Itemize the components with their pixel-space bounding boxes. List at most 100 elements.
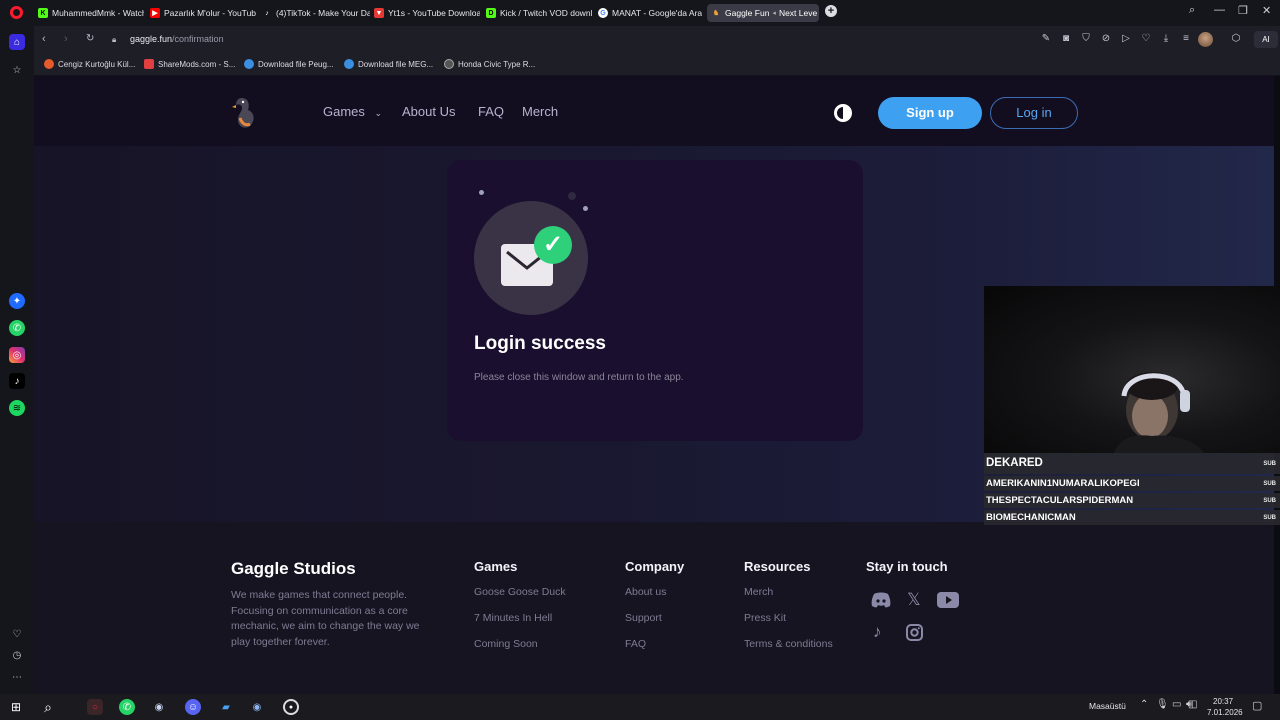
bookmark-3[interactable]: Download file MEG... xyxy=(344,59,433,69)
minimize-button[interactable]: — xyxy=(1214,4,1225,16)
play-icon[interactable]: ▷ xyxy=(1120,33,1132,45)
footer-link-merch[interactable]: Merch xyxy=(744,586,773,598)
search-tabs-icon[interactable]: ⌕ xyxy=(1189,4,1195,17)
obs-taskbar-icon[interactable]: ● xyxy=(283,699,299,715)
bookmark-0[interactable]: Cengiz Kurtoğlu Kül... xyxy=(44,59,135,69)
bookmark-label: Download file Peug... xyxy=(258,59,334,69)
avatar[interactable] xyxy=(1198,32,1213,47)
windows-start-icon[interactable]: ⊞ xyxy=(8,699,24,715)
spotify-icon[interactable]: ≋ xyxy=(9,400,25,416)
footer-link-support[interactable]: Support xyxy=(625,612,662,624)
nav-merch[interactable]: Merch xyxy=(522,104,558,119)
discord-icon[interactable] xyxy=(871,592,891,608)
nav-games[interactable]: Games ⌄ xyxy=(323,104,382,119)
more-icon[interactable]: ⋯ xyxy=(9,669,25,685)
camera-icon[interactable]: ◙ xyxy=(1060,33,1072,45)
files-taskbar-icon[interactable]: ▰ xyxy=(218,699,234,715)
new-tab-button[interactable]: + xyxy=(825,5,837,17)
discord-taskbar-icon[interactable]: ☺ xyxy=(185,699,201,715)
bookmark-2[interactable]: Download file Peug... xyxy=(244,59,334,69)
tab-title: Gaggle Fun xyxy=(725,8,770,18)
tab-0[interactable]: K MuhammedMmk - Watch xyxy=(38,4,144,22)
nav-about[interactable]: About Us xyxy=(402,104,455,119)
decorative-dot xyxy=(568,192,576,200)
tab-4[interactable]: D Kick / Twitch VOD downlo xyxy=(486,4,592,22)
aria-ai-button[interactable]: AI xyxy=(1254,31,1278,48)
nav-faq[interactable]: FAQ xyxy=(478,104,504,119)
extensions-icon[interactable]: ⬡ xyxy=(1230,33,1242,45)
keyboard-icon[interactable]: ▭ xyxy=(1172,699,1181,710)
vpn-icon[interactable]: ⊘ xyxy=(1100,33,1112,45)
address-bar: ‹ › ↻ 🔒︎ gaggle.fun/confirmation ✎ ◙ ⛉ ⊘… xyxy=(34,26,1280,54)
bookmark-1[interactable]: ShareMods.com - S... xyxy=(144,59,235,69)
notification-icon[interactable]: ▢ xyxy=(1252,699,1262,712)
x-twitter-icon[interactable]: 𝕏 xyxy=(907,590,921,610)
url-host: gaggle.fun xyxy=(130,34,173,44)
clock-time[interactable]: 20:37 xyxy=(1213,697,1233,706)
windows-taskbar: ⊞ ⌕ ○ ✆ ◉ ☺ ▰ ◉ ● Masaüstü ⌃ 🎙︎ ▭ ◫ 🔊︎ 2… xyxy=(0,694,1280,720)
instagram-icon[interactable]: ◎ xyxy=(9,347,25,363)
opera-taskbar-icon[interactable]: ○ xyxy=(87,699,103,715)
theme-toggle-icon[interactable] xyxy=(834,104,852,122)
bookmark-4[interactable]: Honda Civic Type R... xyxy=(444,59,535,69)
tab-title: MANAT - Google'da Ara xyxy=(612,8,702,18)
footer-link-about-us[interactable]: About us xyxy=(625,586,666,598)
tab-5[interactable]: G MANAT - Google'da Ara xyxy=(598,4,702,22)
opera-logo-icon[interactable] xyxy=(10,6,23,19)
tab-2[interactable]: ♪ (4)TikTok - Make Your Day xyxy=(262,4,370,22)
history-icon[interactable]: ◷ xyxy=(9,647,25,663)
sub-list-overlay: DEKARED SUB AMERIKANIN1NUMARALIKOPEGI SU… xyxy=(984,453,1280,525)
footer-link-goose-goose-duck[interactable]: Goose Goose Duck xyxy=(474,586,566,598)
chevron-up-icon[interactable]: ⌃ xyxy=(1140,699,1148,710)
tab-1[interactable]: ▶ Pazarlık M'olur - YouTube xyxy=(150,4,256,22)
search-icon[interactable]: ⌕ xyxy=(40,699,56,715)
youtube-icon[interactable] xyxy=(937,592,959,608)
whatsapp-taskbar-icon[interactable]: ✆ xyxy=(119,699,135,715)
shield-icon[interactable]: ⛉ xyxy=(1080,33,1092,45)
bookmark-label: Cengiz Kurtoğlu Kül... xyxy=(58,59,136,69)
tab-6-active[interactable]: ♞ Gaggle Fun ◂ Next Leve xyxy=(707,4,819,22)
heart-icon[interactable]: ♡ xyxy=(1140,33,1152,45)
bookmark-label: Download file MEG... xyxy=(358,59,434,69)
site-footer: Gaggle Studios We make games that connec… xyxy=(34,522,1274,694)
reload-icon[interactable]: ↻ xyxy=(86,33,94,44)
footer-link-coming-soon[interactable]: Coming Soon xyxy=(474,638,538,650)
volume-icon[interactable]: 🔊︎ xyxy=(1186,699,1192,710)
footer-link-faq[interactable]: FAQ xyxy=(625,638,646,650)
whatsapp-icon[interactable]: ✆ xyxy=(9,320,25,336)
footer-link-terms[interactable]: Terms & conditions xyxy=(744,638,833,650)
maximize-button[interactable]: ❐ xyxy=(1238,4,1248,17)
tiktok-icon[interactable]: ♪ xyxy=(873,622,882,642)
tab-title: (4)TikTok - Make Your Day xyxy=(276,8,370,18)
webcam-overlay xyxy=(984,286,1280,453)
tab-3[interactable]: ▼ Yt1s - YouTube Download xyxy=(374,4,480,22)
steam-taskbar-icon[interactable]: ◉ xyxy=(151,699,167,715)
footer-link-7-minutes[interactable]: 7 Minutes In Hell xyxy=(474,612,552,624)
close-button[interactable]: ✕ xyxy=(1262,4,1271,17)
heart-icon[interactable]: ♡ xyxy=(9,626,25,642)
site-header: Games ⌄ About Us FAQ Merch Sign up Log i… xyxy=(34,76,1274,146)
steam-taskbar-icon-2[interactable]: ◉ xyxy=(249,699,265,715)
gaggle-goose-logo[interactable] xyxy=(232,96,260,130)
back-icon[interactable]: ‹ xyxy=(42,33,46,45)
forward-icon[interactable]: › xyxy=(64,33,68,45)
streamer-webcam-image xyxy=(1114,372,1204,453)
home-icon[interactable]: ⌂ xyxy=(9,34,25,50)
desktop-label[interactable]: Masaüstü xyxy=(1089,701,1126,711)
pinboard-icon[interactable]: ☆ xyxy=(9,62,25,78)
log-in-button[interactable]: Log in xyxy=(990,97,1078,129)
sign-up-button[interactable]: Sign up xyxy=(878,97,982,129)
microphone-icon[interactable]: 🎙︎ xyxy=(1156,699,1169,710)
menu-icon[interactable]: ≡ xyxy=(1180,33,1192,45)
footer-link-press-kit[interactable]: Press Kit xyxy=(744,612,786,624)
url-field[interactable]: gaggle.fun/confirmation xyxy=(130,34,224,44)
tiktok-icon[interactable]: ♪ xyxy=(9,373,25,389)
sub-list-row: THESPECTACULARSPIDERMAN SUB xyxy=(984,493,1280,508)
sub-name: THESPECTACULARSPIDERMAN xyxy=(986,495,1134,506)
messenger-icon[interactable]: ✦ xyxy=(9,293,25,309)
download-icon[interactable]: ⤓ xyxy=(1160,33,1172,45)
sub-name: DEKARED xyxy=(986,457,1043,469)
edit-icon[interactable]: ✎ xyxy=(1040,33,1052,45)
instagram-icon[interactable] xyxy=(906,624,923,641)
clock-date[interactable]: 7.01.2026 xyxy=(1207,708,1243,717)
